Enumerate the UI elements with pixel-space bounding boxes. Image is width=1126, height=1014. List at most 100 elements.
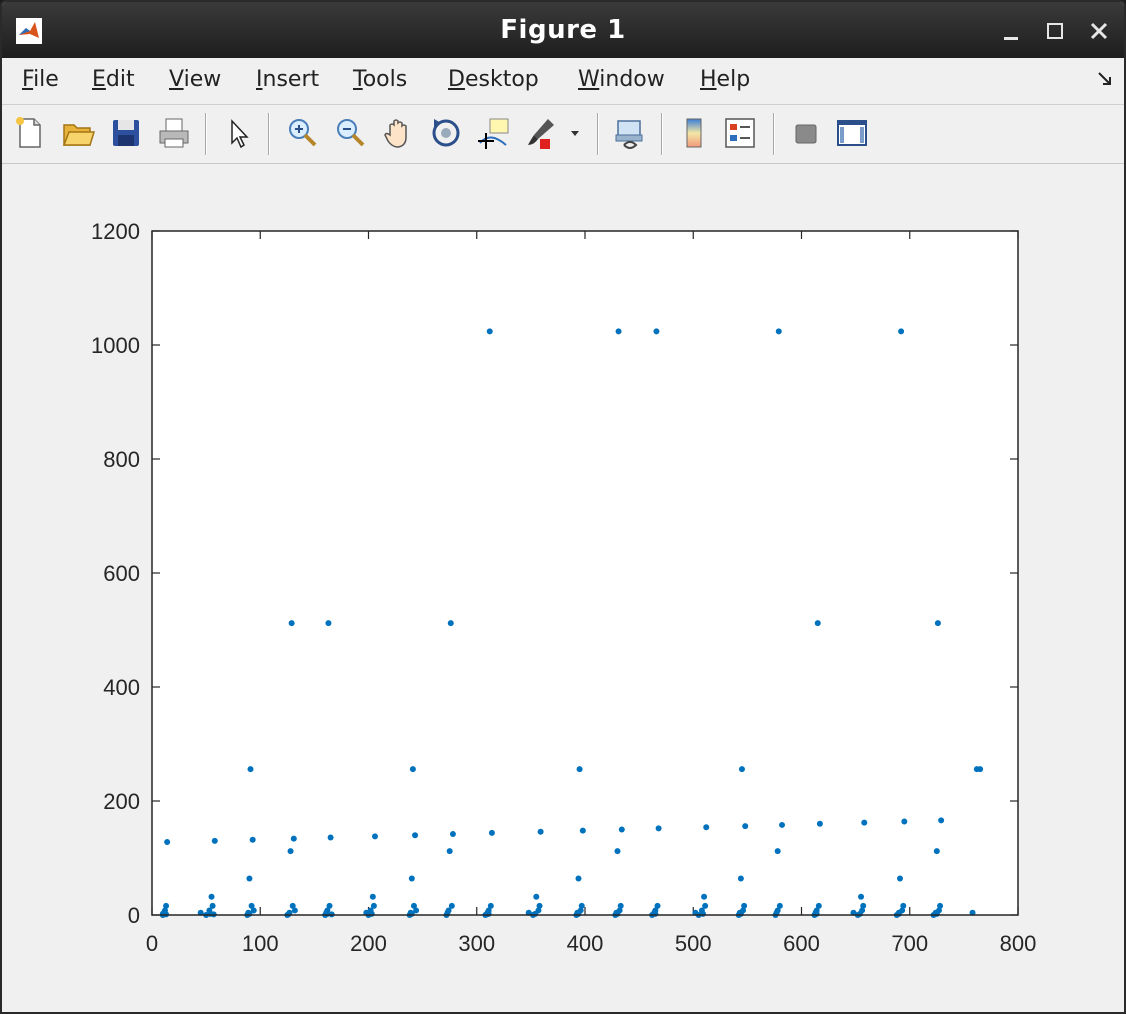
data-point	[448, 902, 455, 909]
data-point	[934, 620, 941, 627]
data-point	[208, 893, 215, 900]
menu-window[interactable]: Window	[578, 67, 665, 92]
data-point	[774, 907, 781, 914]
x-tick-label: 400	[567, 931, 604, 956]
data-point	[368, 910, 375, 917]
data-point	[249, 836, 256, 843]
data-point	[370, 902, 377, 909]
data-point	[614, 848, 621, 855]
data-point	[742, 823, 749, 830]
brush-dropdown-icon[interactable]	[564, 115, 586, 151]
x-tick-label: 700	[891, 931, 928, 956]
figure-canvas[interactable]: 0 100 200 300 400 500 600 700 800 0 200 400 600 800 10…	[2, 164, 1124, 1014]
menu-tools-label: ools	[362, 67, 408, 92]
menu-insert[interactable]: Insert	[256, 67, 319, 92]
maximize-button[interactable]	[1040, 16, 1070, 46]
data-point	[247, 766, 254, 773]
new-figure-icon[interactable]	[12, 115, 48, 151]
data-point	[369, 893, 376, 900]
data-point	[617, 902, 624, 909]
minimize-button[interactable]	[996, 16, 1026, 46]
menu-file[interactable]: File	[22, 67, 59, 92]
data-point	[699, 910, 706, 917]
menu-edit-accel: E	[92, 67, 106, 92]
data-point	[816, 820, 823, 827]
hide-plot-tools-icon[interactable]	[788, 115, 824, 151]
y-tick-label: 0	[128, 903, 140, 928]
menu-help-label: elp	[716, 67, 751, 92]
data-point	[775, 328, 782, 335]
menu-window-label: indow	[599, 67, 665, 92]
menu-edit-label: dit	[105, 67, 135, 92]
data-point	[652, 910, 659, 917]
y-tick-label: 200	[103, 789, 140, 814]
legend-icon[interactable]	[722, 115, 758, 151]
pan-hand-icon[interactable]	[380, 115, 416, 151]
zoom-in-icon[interactable]	[284, 115, 320, 151]
data-cursor-icon[interactable]	[476, 115, 512, 151]
title-bar[interactable]: Figure 1	[2, 2, 1124, 58]
menu-tools[interactable]: Tools	[353, 67, 407, 92]
data-point	[287, 848, 294, 855]
data-point	[290, 835, 297, 842]
x-tick-label: 800	[1000, 931, 1037, 956]
data-point	[813, 910, 820, 917]
data-point	[537, 828, 544, 835]
menu-desktop-accel: D	[448, 67, 465, 92]
y-tick-label: 1000	[91, 333, 140, 358]
data-point	[741, 902, 748, 909]
menu-view-accel: V	[169, 67, 184, 92]
data-point	[579, 827, 586, 834]
menu-file-label: ile	[33, 67, 59, 92]
menu-view-label: iew	[183, 67, 222, 92]
data-point	[861, 819, 868, 826]
show-plot-tools-icon[interactable]	[834, 115, 870, 151]
data-point	[408, 875, 415, 882]
data-point	[246, 875, 253, 882]
x-tick-label: 100	[242, 931, 279, 956]
y-tick-label: 1200	[91, 219, 140, 244]
y-tick-label: 800	[103, 447, 140, 472]
data-point	[653, 328, 660, 335]
data-point	[938, 817, 945, 824]
close-button[interactable]	[1084, 16, 1114, 46]
link-plot-icon[interactable]	[612, 115, 648, 151]
data-point	[164, 839, 171, 846]
toolbar-separator	[597, 113, 599, 155]
brush-icon[interactable]	[522, 115, 558, 151]
toolbar-separator	[268, 113, 270, 155]
data-point	[895, 910, 902, 917]
data-point	[575, 910, 582, 917]
menu-view[interactable]: View	[169, 67, 221, 92]
save-icon[interactable]	[108, 115, 144, 151]
figure-toolbar	[2, 105, 1124, 164]
rotate-3d-icon[interactable]	[428, 115, 464, 151]
data-point	[447, 620, 454, 627]
axes-background[interactable]	[152, 231, 1018, 915]
data-point	[615, 328, 622, 335]
data-point	[779, 821, 786, 828]
data-point	[449, 831, 456, 838]
menu-help[interactable]: Help	[700, 67, 750, 92]
colorbar-icon[interactable]	[676, 115, 712, 151]
menu-desktop[interactable]: Desktop	[448, 67, 539, 92]
menu-edit[interactable]: Edit	[92, 67, 135, 92]
x-tick-label: 500	[675, 931, 712, 956]
data-point	[937, 902, 944, 909]
dock-figure-icon[interactable]	[1096, 70, 1114, 93]
data-point	[325, 620, 332, 627]
y-tick-label: 600	[103, 561, 140, 586]
scatter-plot[interactable]: 0 100 200 300 400 500 600 700 800 0 200 400 600 800 10…	[2, 164, 1124, 1014]
data-point	[738, 766, 745, 773]
data-point	[856, 910, 863, 917]
print-icon[interactable]	[156, 115, 192, 151]
menu-window-accel: W	[578, 67, 600, 92]
edit-plot-arrow-icon[interactable]	[222, 115, 258, 151]
data-point	[737, 910, 744, 917]
window-title: Figure 1	[500, 15, 626, 45]
data-point	[578, 902, 585, 909]
figure-window: Figure 1 File Edit View Insert Tools Des…	[0, 0, 1126, 1014]
data-point	[655, 825, 662, 832]
open-file-icon[interactable]	[60, 115, 96, 151]
zoom-out-icon[interactable]	[332, 115, 368, 151]
